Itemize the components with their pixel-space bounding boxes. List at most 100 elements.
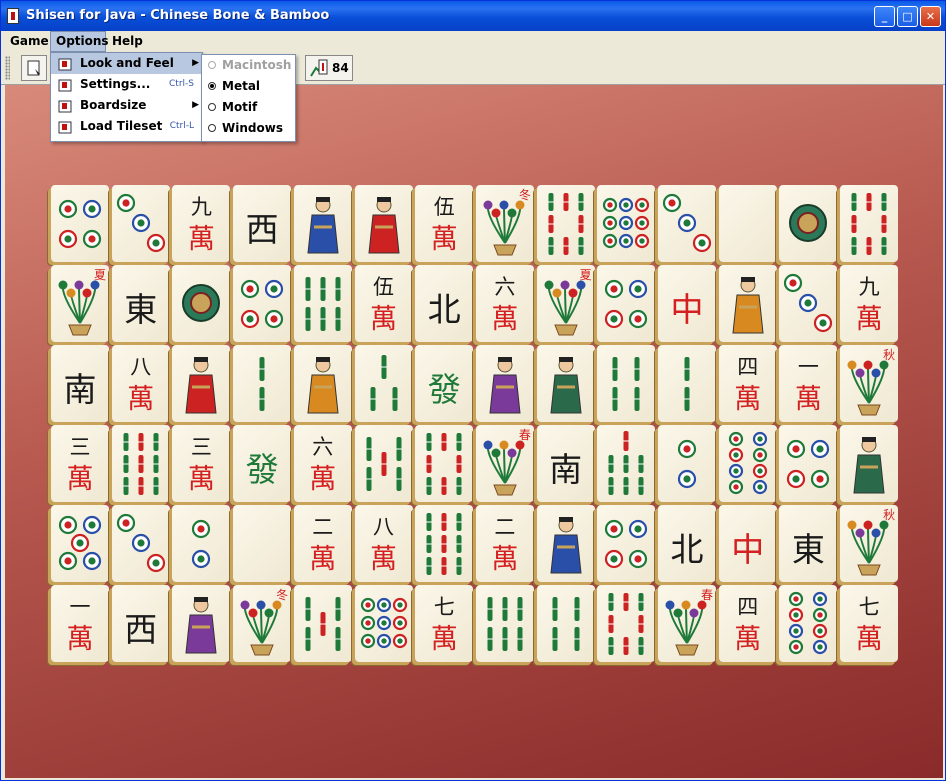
mahjong-tile[interactable]: 冬 <box>475 185 534 262</box>
mahjong-tile[interactable] <box>233 505 292 582</box>
look-and-feel-option[interactable]: Metal <box>202 76 295 97</box>
mahjong-tile[interactable]: 東 <box>111 265 170 342</box>
mahjong-tile[interactable] <box>779 265 838 342</box>
mahjong-tile[interactable] <box>475 345 534 422</box>
new-game-button[interactable] <box>21 55 47 81</box>
mahjong-tile[interactable]: 二萬 <box>293 505 352 582</box>
mahjong-tile[interactable]: 中 <box>718 505 777 582</box>
mahjong-tile[interactable]: 三萬 <box>172 425 231 502</box>
game-area[interactable]: 九萬西伍萬冬夏東伍萬北六萬夏中九萬南八萬發四萬一萬秋三萬三萬發六萬春南二萬八萬二… <box>5 85 943 778</box>
mahjong-tile[interactable] <box>415 425 474 502</box>
mahjong-tile[interactable] <box>172 345 231 422</box>
mahjong-tile[interactable] <box>718 425 777 502</box>
mahjong-tile[interactable]: 伍萬 <box>415 185 474 262</box>
menu-help[interactable]: Help <box>107 31 148 52</box>
mahjong-tile[interactable] <box>233 345 292 422</box>
mahjong-tile[interactable]: 八萬 <box>354 505 413 582</box>
minimize-button[interactable]: _ <box>874 6 895 27</box>
mahjong-tile[interactable]: 發 <box>233 425 292 502</box>
mahjong-tile[interactable]: 九萬 <box>172 185 231 262</box>
mahjong-tile[interactable] <box>536 505 595 582</box>
mahjong-tile[interactable]: 夏 <box>51 265 109 342</box>
mahjong-tile[interactable]: 一萬 <box>51 585 109 662</box>
mahjong-tile[interactable] <box>536 345 595 422</box>
mahjong-tile[interactable]: 八萬 <box>111 345 170 422</box>
tiles-left-counter[interactable]: 84 <box>305 55 353 81</box>
mahjong-tile[interactable]: 三萬 <box>51 425 109 502</box>
mahjong-tile[interactable] <box>536 185 595 262</box>
mahjong-tile[interactable]: 北 <box>415 265 474 342</box>
mahjong-tile[interactable] <box>779 425 838 502</box>
mahjong-tile[interactable]: 七萬 <box>415 585 474 662</box>
mahjong-tile[interactable]: 六萬 <box>475 265 534 342</box>
mahjong-tile[interactable]: 秋 <box>840 505 899 582</box>
close-button[interactable]: ✕ <box>920 6 941 27</box>
mahjong-tile[interactable] <box>475 585 534 662</box>
mahjong-tile[interactable]: 春 <box>658 585 716 662</box>
title-bar[interactable]: Shisen for Java - Chinese Bone & Bamboo … <box>1 1 945 31</box>
mahjong-tile[interactable]: 一萬 <box>779 345 838 422</box>
mahjong-tile[interactable] <box>597 425 656 502</box>
mahjong-tile[interactable] <box>293 265 352 342</box>
mahjong-tile[interactable] <box>111 185 170 262</box>
mahjong-tile[interactable] <box>597 345 656 422</box>
mahjong-tile[interactable] <box>293 585 352 662</box>
mahjong-tile[interactable]: 夏 <box>536 265 595 342</box>
mahjong-tile[interactable] <box>172 265 231 342</box>
mahjong-tile[interactable] <box>111 505 170 582</box>
mahjong-tile[interactable]: 春 <box>475 425 534 502</box>
maximize-button[interactable]: □ <box>897 6 918 27</box>
mahjong-tile[interactable]: 九萬 <box>840 265 899 342</box>
mahjong-tile[interactable] <box>354 425 413 502</box>
mahjong-tile[interactable] <box>779 585 838 662</box>
mahjong-tile[interactable]: 伍萬 <box>354 265 413 342</box>
mahjong-tile[interactable] <box>415 505 474 582</box>
look-and-feel-option[interactable]: Windows <box>202 118 295 139</box>
mahjong-tile[interactable]: 冬 <box>233 585 292 662</box>
mahjong-tile[interactable] <box>536 585 595 662</box>
mahjong-tile[interactable]: 西 <box>111 585 170 662</box>
menu-game[interactable]: Game <box>5 31 54 52</box>
options-menu-item[interactable]: Boardsize ▶ <box>51 95 202 116</box>
mahjong-tile[interactable] <box>293 345 352 422</box>
mahjong-tile[interactable] <box>51 505 109 582</box>
mahjong-tile[interactable] <box>718 185 777 262</box>
options-menu-item[interactable]: Load Tileset Ctrl-L <box>51 116 202 137</box>
mahjong-tile[interactable] <box>172 585 231 662</box>
mahjong-tile[interactable] <box>172 505 231 582</box>
mahjong-tile[interactable]: 發 <box>415 345 474 422</box>
mahjong-tile[interactable] <box>51 185 109 262</box>
options-menu-item[interactable]: Look and Feel ▶ <box>51 53 202 74</box>
toolbar-grip[interactable] <box>5 56 10 80</box>
mahjong-tile[interactable] <box>597 265 656 342</box>
mahjong-tile[interactable] <box>293 185 352 262</box>
mahjong-tile[interactable]: 南 <box>51 345 109 422</box>
look-and-feel-option[interactable]: Motif <box>202 97 295 118</box>
mahjong-tile[interactable]: 七萬 <box>840 585 899 662</box>
mahjong-tile[interactable]: 東 <box>779 505 838 582</box>
mahjong-tile[interactable] <box>233 265 292 342</box>
mahjong-tile[interactable]: 秋 <box>840 345 899 422</box>
mahjong-tile[interactable]: 中 <box>658 265 716 342</box>
mahjong-tile[interactable]: 北 <box>658 505 716 582</box>
mahjong-tile[interactable] <box>840 185 899 262</box>
mahjong-tile[interactable] <box>111 425 170 502</box>
options-menu-item[interactable]: Settings... Ctrl-S <box>51 74 202 95</box>
mahjong-tile[interactable] <box>597 185 656 262</box>
mahjong-tile[interactable] <box>658 345 716 422</box>
mahjong-tile[interactable]: 六萬 <box>293 425 352 502</box>
mahjong-tile[interactable] <box>718 265 777 342</box>
mahjong-tile[interactable] <box>597 505 656 582</box>
mahjong-tile[interactable] <box>658 185 716 262</box>
mahjong-tile[interactable]: 南 <box>536 425 595 502</box>
mahjong-tile[interactable]: 二萬 <box>475 505 534 582</box>
mahjong-tile[interactable] <box>354 345 413 422</box>
mahjong-tile[interactable] <box>354 185 413 262</box>
mahjong-tile[interactable]: 西 <box>233 185 292 262</box>
mahjong-tile[interactable]: 四萬 <box>718 585 777 662</box>
menu-options[interactable]: Options <box>50 31 109 52</box>
mahjong-tile[interactable]: 四萬 <box>718 345 777 422</box>
mahjong-tile[interactable] <box>840 425 899 502</box>
mahjong-tile[interactable] <box>658 425 716 502</box>
mahjong-tile[interactable] <box>354 585 413 662</box>
